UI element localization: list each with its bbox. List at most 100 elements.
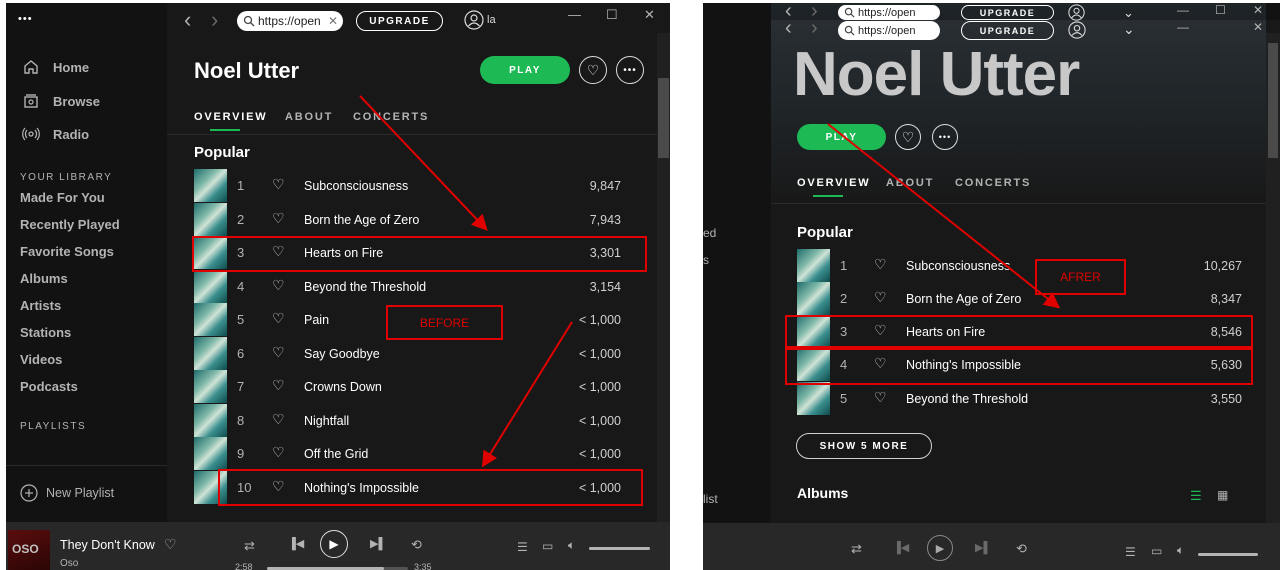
upgrade-button[interactable]: UPGRADE (356, 11, 443, 31)
list-view-icon[interactable]: ☰ (1190, 488, 1202, 504)
upgrade-button[interactable]: UPGRADE (961, 5, 1054, 20)
play-pause-button[interactable]: ▶ (927, 535, 953, 561)
library-stations[interactable]: Stations (20, 325, 71, 340)
new-playlist-button[interactable]: New Playlist (46, 486, 114, 500)
now-playing-album-art[interactable]: OSO (8, 530, 50, 570)
track-title[interactable]: Off the Grid (304, 447, 368, 461)
more-options-button[interactable]: ••• (616, 56, 644, 84)
track-row[interactable]: 5 ♡ Beyond the Threshold 3,550 (797, 382, 1242, 415)
track-row[interactable]: 2 ♡ Born the Age of Zero 7,943 (194, 203, 634, 236)
follow-heart-button[interactable]: ♡ (895, 124, 921, 150)
library-albums[interactable]: Albums (20, 271, 68, 286)
library-videos[interactable]: Videos (20, 352, 62, 367)
upgrade-button[interactable]: UPGRADE (961, 21, 1054, 40)
heart-icon[interactable]: ♡ (272, 210, 285, 227)
track-title[interactable]: Say Goodbye (304, 347, 380, 361)
show-more-button[interactable]: SHOW 5 MORE (796, 433, 932, 459)
track-title[interactable]: Subconsciousness (304, 179, 408, 193)
heart-icon[interactable]: ♡ (272, 277, 285, 294)
chevron-down-icon[interactable]: ⌄ (1123, 5, 1134, 21)
track-title[interactable]: Born the Age of Zero (304, 213, 419, 227)
volume-icon[interactable]: 🔈︎ (568, 538, 575, 553)
library-favorite-songs[interactable]: Favorite Songs (20, 244, 114, 259)
maximize-icon[interactable]: ☐ (1215, 3, 1226, 17)
volume-icon[interactable]: 🔈︎ (1177, 543, 1184, 558)
more-options-button[interactable]: ••• (932, 124, 958, 150)
shuffle-icon[interactable]: ⇄ (851, 541, 862, 557)
track-title[interactable]: Crowns Down (304, 380, 382, 394)
heart-icon[interactable]: ♡ (272, 444, 285, 461)
scrollbar-thumb[interactable] (1268, 43, 1278, 158)
now-playing-heart-icon[interactable]: ♡ (164, 536, 177, 553)
next-icon[interactable]: ▶▌ (370, 537, 386, 550)
library-artists[interactable]: Artists (20, 298, 61, 313)
minimize-icon[interactable]: — (1177, 20, 1189, 34)
play-button[interactable]: PLAY (797, 124, 886, 150)
queue-icon[interactable]: ☰ (1125, 545, 1136, 559)
user-icon[interactable] (1068, 21, 1086, 44)
now-playing-artist[interactable]: Oso (60, 558, 78, 569)
heart-icon[interactable]: ♡ (272, 411, 285, 428)
chevron-down-icon[interactable]: ⌄ (1123, 21, 1135, 38)
previous-icon[interactable]: ▐◀ (288, 537, 304, 550)
devices-icon[interactable]: ▭ (542, 539, 553, 553)
url-field[interactable]: https://open ✕ (237, 11, 343, 31)
url-field[interactable]: https://open (838, 5, 940, 20)
grid-view-icon[interactable]: ▦ (1217, 488, 1228, 502)
heart-icon[interactable]: ♡ (272, 176, 285, 193)
track-row[interactable]: 1 ♡ Subconsciousness 9,847 (194, 169, 634, 202)
volume-slider[interactable] (1198, 553, 1258, 556)
track-title[interactable]: Beyond the Threshold (304, 280, 426, 294)
track-title[interactable]: Nightfall (304, 414, 349, 428)
heart-icon[interactable]: ♡ (272, 344, 285, 361)
close-icon[interactable]: ✕ (644, 7, 655, 23)
heart-icon[interactable]: ♡ (272, 377, 285, 394)
tab-overview[interactable]: OVERVIEW (797, 177, 871, 189)
track-row[interactable]: 2 ♡ Born the Age of Zero 8,347 (797, 282, 1242, 315)
play-button[interactable]: PLAY (480, 56, 570, 84)
sidebar-item-home[interactable]: Home (53, 60, 89, 75)
url-field[interactable]: https://open (838, 21, 940, 40)
tab-about[interactable]: ABOUT (886, 177, 934, 189)
heart-icon[interactable]: ♡ (874, 289, 887, 306)
clear-icon[interactable]: ✕ (328, 14, 338, 28)
track-row[interactable]: 1 ♡ Subconsciousness 10,267 (797, 249, 1242, 282)
track-title[interactable]: Beyond the Threshold (906, 392, 1028, 406)
heart-icon[interactable]: ♡ (272, 310, 285, 327)
library-made-for-you[interactable]: Made For You (20, 190, 105, 205)
close-icon[interactable]: ✕ (1253, 3, 1263, 17)
minimize-icon[interactable]: — (1177, 3, 1189, 17)
devices-icon[interactable]: ▭ (1151, 544, 1162, 558)
heart-icon[interactable]: ♡ (874, 389, 887, 406)
track-title[interactable]: Born the Age of Zero (906, 292, 1021, 306)
track-row[interactable]: 4 ♡ Beyond the Threshold 3,154 (194, 270, 634, 303)
play-pause-button[interactable]: ▶ (320, 530, 348, 558)
library-recently-played[interactable]: Recently Played (20, 217, 120, 232)
library-podcasts[interactable]: Podcasts (20, 379, 78, 394)
now-playing-title[interactable]: They Don't Know (60, 538, 155, 552)
repeat-icon[interactable]: ⟲ (1016, 541, 1027, 557)
tab-concerts[interactable]: CONCERTS (353, 111, 429, 123)
track-row[interactable]: 7 ♡ Crowns Down < 1,000 (194, 370, 634, 403)
back-arrow-icon[interactable]: ‹ (184, 9, 191, 31)
tab-overview[interactable]: OVERVIEW (194, 111, 268, 123)
minimize-icon[interactable]: — (568, 7, 581, 22)
menu-dots[interactable]: ••• (18, 13, 33, 25)
volume-slider[interactable] (589, 547, 650, 550)
tab-concerts[interactable]: CONCERTS (955, 177, 1031, 189)
previous-icon[interactable]: ▐◀ (893, 541, 909, 554)
repeat-icon[interactable]: ⟲ (411, 537, 422, 553)
user-name[interactable]: la (487, 14, 496, 26)
heart-icon[interactable]: ♡ (874, 256, 887, 273)
queue-icon[interactable]: ☰ (517, 540, 528, 554)
track-row[interactable]: 8 ♡ Nightfall < 1,000 (194, 404, 634, 437)
sidebar-item-browse[interactable]: Browse (53, 94, 100, 109)
maximize-icon[interactable]: ☐ (606, 7, 618, 23)
close-icon[interactable]: ✕ (1253, 20, 1263, 34)
follow-heart-button[interactable]: ♡ (579, 56, 607, 84)
track-title[interactable]: Subconsciousness (906, 259, 1010, 273)
next-icon[interactable]: ▶▌ (975, 541, 991, 554)
scrollbar-thumb[interactable] (658, 78, 669, 158)
sidebar-item-radio[interactable]: Radio (53, 127, 89, 142)
track-row[interactable]: 9 ♡ Off the Grid < 1,000 (194, 437, 634, 470)
